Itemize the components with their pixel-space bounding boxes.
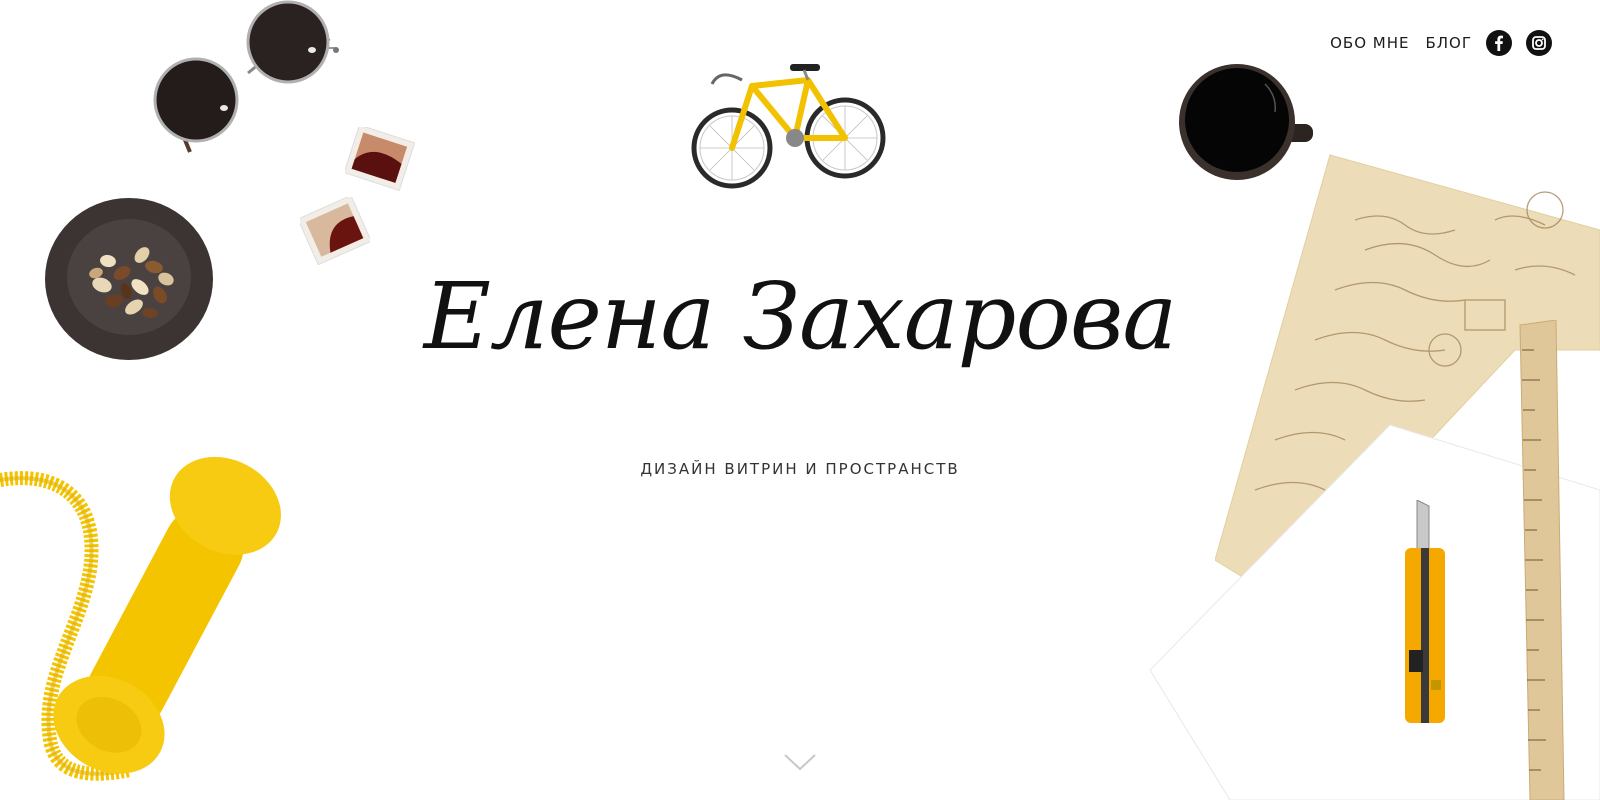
chevron-down-icon[interactable] [783,752,817,772]
bicycle-image [691,64,886,189]
landing-page: ОБО МНЕ БЛОГ Елена Захарова ДИЗАЙН ВИТРИ… [0,0,1600,800]
instagram-icon[interactable] [1526,30,1552,56]
nav-about-link[interactable]: ОБО МНЕ [1330,34,1409,52]
film-frame-image [345,127,415,192]
nav-blog-link[interactable]: БЛОГ [1425,34,1472,52]
hero-title: Елена Захарова [423,263,1177,370]
utility-knife-image [1405,500,1445,723]
film-frame-image [300,197,370,265]
top-nav: ОБО МНЕ БЛОГ [1330,30,1552,56]
hero-subtitle: ДИЗАЙН ВИТРИН И ПРОСТРАНСТВ [640,460,960,478]
phone-handset-image [0,456,281,781]
sunglasses-image [153,0,339,153]
facebook-icon[interactable] [1486,30,1512,56]
ruler-image [1519,320,1565,800]
